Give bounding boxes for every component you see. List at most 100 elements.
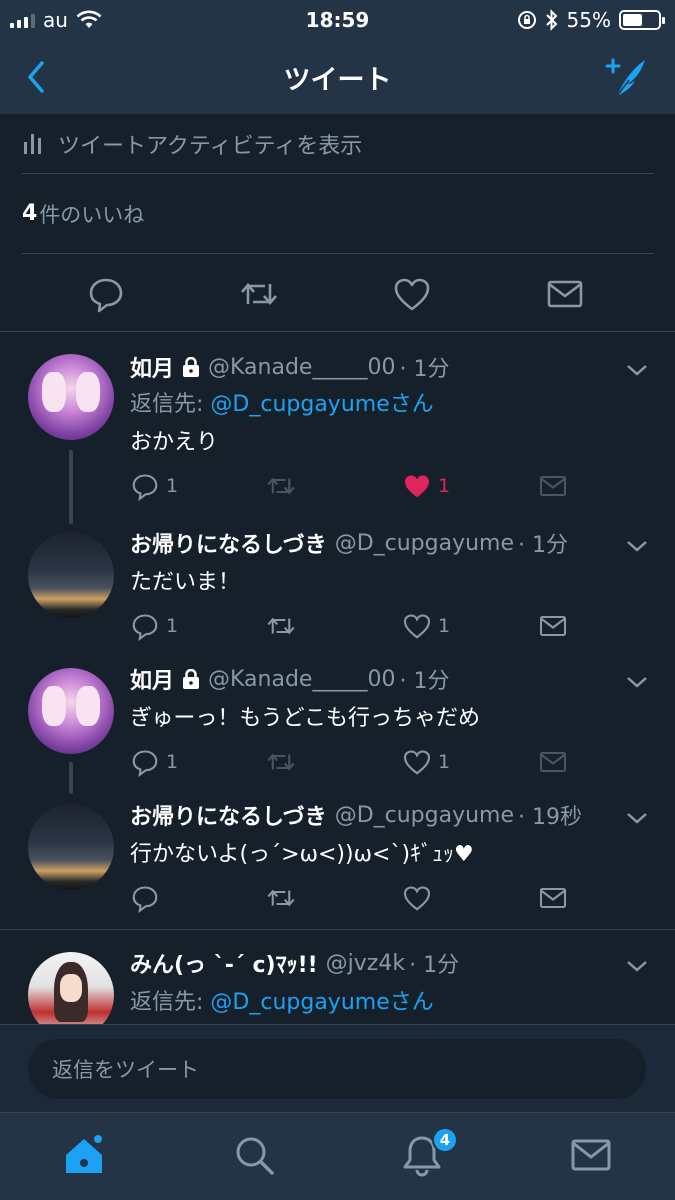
search-icon[interactable] bbox=[232, 1133, 276, 1177]
tweet-thread: ツイートアクティビティを表示 4 件のいいね 如月 @Kanade_____00… bbox=[0, 114, 675, 1024]
avatar[interactable] bbox=[28, 952, 114, 1024]
reply-icon bbox=[132, 886, 158, 913]
chevron-down-icon[interactable] bbox=[625, 810, 649, 826]
dm-button[interactable] bbox=[538, 882, 568, 914]
display-name[interactable]: みん(っ `-´ c)ﾏｯ!! bbox=[130, 948, 318, 978]
user-handle[interactable]: @D_cupgayume bbox=[335, 803, 514, 828]
wifi-icon bbox=[76, 10, 102, 28]
chevron-down-icon[interactable] bbox=[625, 538, 649, 554]
likes-count: 4 bbox=[22, 201, 38, 226]
reply-button[interactable] bbox=[130, 882, 160, 914]
tweet-time: · 1分 bbox=[399, 357, 450, 382]
reply-to-line: 返信先: @D_cupgayumeさん bbox=[130, 984, 434, 1016]
reply-count: 1 bbox=[166, 751, 179, 773]
retweet-icon bbox=[267, 889, 295, 907]
tweet-text: ただいま！ bbox=[130, 570, 241, 595]
user-handle[interactable]: @Kanade_____00 bbox=[208, 667, 395, 692]
compose-tweet-icon[interactable] bbox=[601, 54, 649, 100]
like-icon[interactable] bbox=[392, 274, 432, 314]
tweet-action-bar bbox=[0, 254, 675, 332]
tweet-actions: 1 1 bbox=[130, 610, 650, 642]
retweet-button[interactable] bbox=[266, 470, 296, 502]
likes-label: 件のいいね bbox=[39, 202, 145, 227]
tweet-actions bbox=[130, 882, 650, 914]
avatar[interactable] bbox=[28, 668, 114, 754]
avatar[interactable] bbox=[28, 804, 114, 890]
reply-count: 1 bbox=[166, 615, 179, 637]
like-button[interactable]: 1 bbox=[402, 470, 450, 502]
mail-icon bbox=[539, 615, 567, 637]
user-handle[interactable]: @jvz4k bbox=[326, 951, 405, 976]
view-activity-row[interactable]: ツイートアクティビティを表示 bbox=[22, 114, 654, 174]
reply-to-link[interactable]: @D_cupgayumeさん bbox=[210, 392, 433, 417]
reply-button[interactable]: 1 bbox=[130, 610, 178, 642]
dm-button[interactable] bbox=[538, 610, 568, 642]
tweet-time: · 1分 bbox=[409, 953, 460, 978]
display-name[interactable]: お帰りになるしづき bbox=[130, 800, 327, 830]
reply-input[interactable]: 返信をツイート bbox=[28, 1039, 646, 1099]
display-name[interactable]: お帰りになるしづき bbox=[130, 528, 327, 558]
likes-summary[interactable]: 4 件のいいね bbox=[22, 174, 654, 254]
reply-button[interactable]: 1 bbox=[130, 746, 178, 778]
thread-line bbox=[69, 450, 73, 524]
reply-tweet[interactable]: お帰りになるしづき @D_cupgayume · 19秒 行かないよ(っ´>ω<… bbox=[0, 794, 675, 928]
carrier-label: au bbox=[43, 8, 68, 32]
reply-tweet[interactable]: お帰りになるしづき @D_cupgayume · 1分 ただいま！ 1 1 bbox=[0, 522, 675, 658]
retweet-icon bbox=[267, 617, 295, 635]
reply-button[interactable]: 1 bbox=[130, 470, 178, 502]
reply-to-line: 返信先: @D_cupgayumeさん bbox=[130, 386, 434, 418]
thread-line bbox=[69, 762, 73, 794]
user-handle[interactable]: @D_cupgayume bbox=[335, 531, 514, 556]
dm-button[interactable] bbox=[538, 470, 568, 502]
like-button[interactable]: 1 bbox=[402, 610, 450, 642]
lock-icon bbox=[183, 669, 200, 689]
chevron-down-icon[interactable] bbox=[625, 958, 649, 974]
signal-icon bbox=[10, 12, 35, 28]
retweet-icon[interactable] bbox=[239, 274, 279, 314]
mail-icon[interactable] bbox=[569, 1133, 613, 1177]
back-icon[interactable] bbox=[22, 58, 52, 96]
tab-bar: 4 bbox=[0, 1112, 675, 1200]
avatar[interactable] bbox=[28, 354, 114, 440]
reply-composer: 返信をツイート bbox=[0, 1024, 675, 1112]
reply-icon bbox=[132, 750, 158, 777]
chevron-down-icon[interactable] bbox=[625, 674, 649, 690]
tweet-text: ぎゅーっ！もうどこも行っちゃだめ bbox=[130, 706, 481, 731]
tweet-text: 行かないよ(っ´>ω<))ω<`)ｷﾞｭｯ♥ bbox=[130, 842, 474, 867]
tweet-time: · 19秒 bbox=[518, 805, 582, 830]
chevron-down-icon[interactable] bbox=[625, 362, 649, 378]
reply-to-link[interactable]: @D_cupgayumeさん bbox=[210, 990, 433, 1015]
home-icon[interactable] bbox=[62, 1133, 106, 1177]
like-count: 1 bbox=[438, 615, 451, 637]
heart-icon bbox=[403, 750, 431, 775]
status-bar: au 18:59 55% bbox=[0, 0, 675, 40]
like-count: 1 bbox=[438, 751, 451, 773]
display-name[interactable]: 如月 bbox=[130, 352, 174, 382]
battery-icon bbox=[619, 10, 665, 30]
retweet-button[interactable] bbox=[266, 610, 296, 642]
reply-tweet[interactable]: 如月 @Kanade_____00 · 1分 返信先: @D_cupgayume… bbox=[0, 332, 675, 524]
reply-tweet[interactable]: 如月 @Kanade_____00 · 1分 ぎゅーっ！もうどこも行っちゃだめ … bbox=[0, 658, 675, 794]
retweet-button[interactable] bbox=[266, 882, 296, 914]
page-title: ツイート bbox=[283, 64, 392, 96]
dm-button[interactable] bbox=[538, 746, 568, 778]
tweet-text: おかえり bbox=[130, 430, 219, 455]
like-button[interactable] bbox=[402, 882, 432, 914]
user-handle[interactable]: @Kanade_____00 bbox=[208, 355, 395, 380]
reply-tweet[interactable]: みん(っ `-´ c)ﾏｯ!! @jvz4k · 1分 返信先: @D_cupg… bbox=[0, 930, 675, 1024]
retweet-icon bbox=[267, 477, 295, 495]
display-name[interactable]: 如月 bbox=[130, 664, 174, 694]
reply-icon[interactable] bbox=[86, 274, 126, 314]
heart-filled-icon bbox=[405, 475, 429, 498]
mail-icon bbox=[539, 887, 567, 909]
retweet-button[interactable] bbox=[266, 746, 296, 778]
avatar[interactable] bbox=[28, 532, 114, 618]
nav-bar: ツイート bbox=[0, 40, 675, 114]
tweet-actions: 1 1 bbox=[130, 746, 650, 778]
direct-message-icon[interactable] bbox=[545, 274, 585, 314]
like-button[interactable]: 1 bbox=[402, 746, 450, 778]
bluetooth-icon bbox=[545, 9, 557, 31]
tweet-time: · 1分 bbox=[399, 669, 450, 694]
reply-icon bbox=[132, 474, 158, 501]
reply-to-prefix: 返信先: bbox=[130, 990, 211, 1015]
